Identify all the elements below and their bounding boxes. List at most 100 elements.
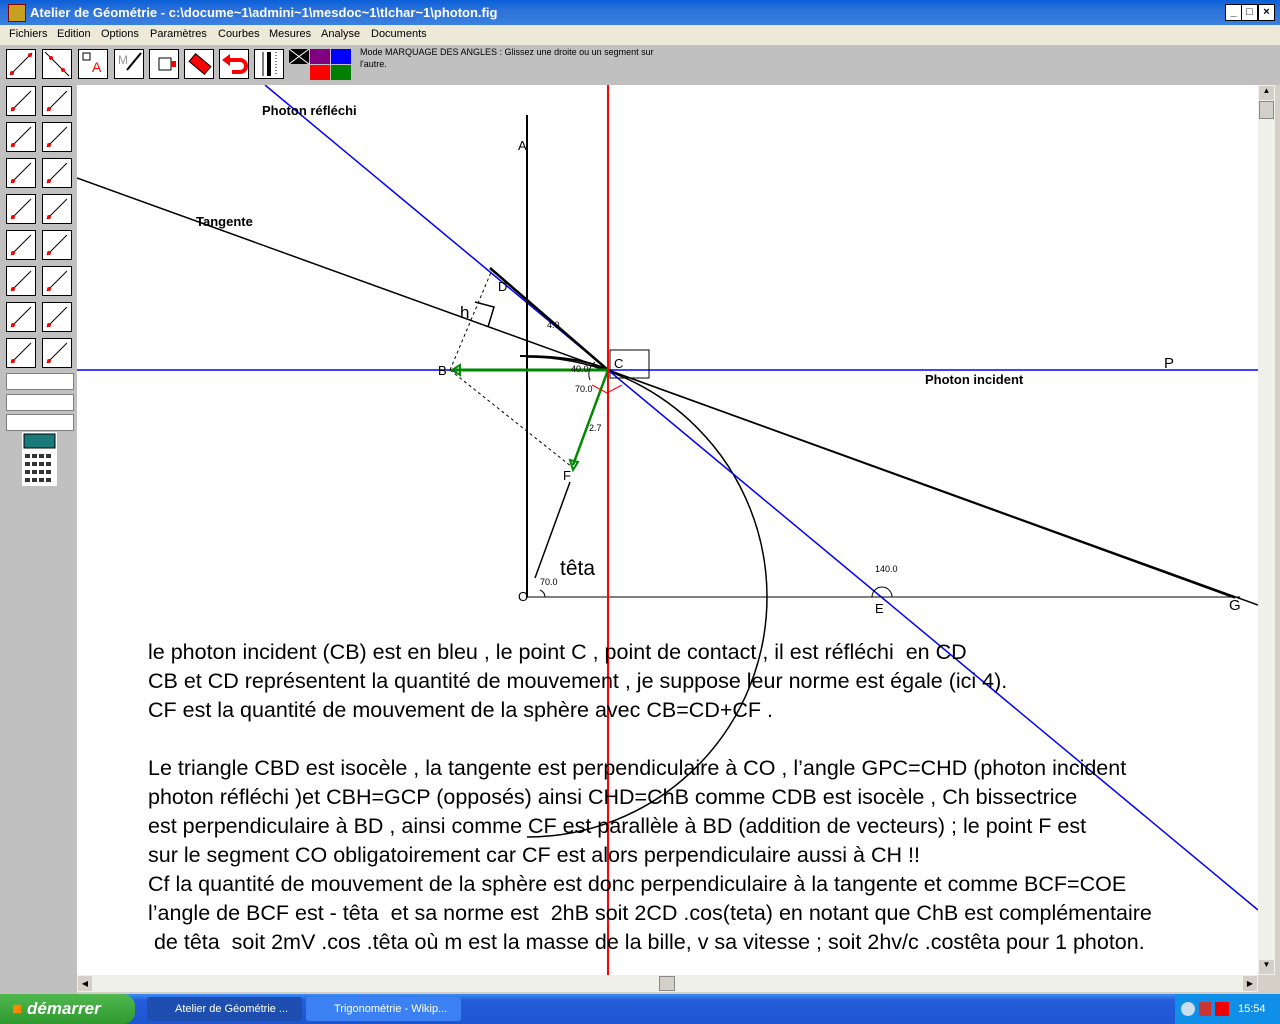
text-line: sur le segment CO obligatoirement car CF… — [148, 843, 920, 867]
tool-button-4-icon[interactable] — [42, 122, 72, 152]
color-green[interactable] — [331, 65, 351, 80]
color-purple[interactable] — [310, 49, 330, 64]
vertical-scrollbar[interactable]: ▲ ▼ — [1258, 85, 1275, 975]
segment-cd — [489, 267, 609, 371]
text-line: est perpendiculaire à BD , ainsi comme C… — [148, 814, 1087, 838]
tool-button-15-icon[interactable] — [6, 338, 36, 368]
label-tangente: Tangente — [196, 214, 253, 229]
tool-button-12-icon[interactable] — [42, 266, 72, 296]
minimize-button[interactable]: _ — [1225, 4, 1242, 21]
windows-logo-icon: ■ — [12, 999, 23, 1018]
point-c: C — [614, 356, 623, 371]
line-cg — [607, 369, 1236, 599]
maximize-button[interactable]: □ — [1241, 4, 1258, 21]
text-line: Le triangle CBD est isocèle , la tangent… — [148, 756, 1127, 780]
hscroll-thumb[interactable] — [659, 976, 675, 991]
menu-fichiers[interactable]: Fichiers — [9, 28, 48, 40]
label-tool-icon[interactable]: A — [78, 49, 108, 79]
task-firefox[interactable]: Trigonométrie - Wikip... — [306, 997, 461, 1021]
clock: 15:54 — [1238, 1003, 1266, 1015]
input-field-3[interactable] — [6, 414, 74, 431]
label-h: h — [460, 303, 469, 322]
line-tool-icon[interactable] — [42, 49, 72, 79]
color-gray[interactable] — [289, 65, 309, 80]
pencil-tool-icon[interactable]: M — [114, 49, 144, 79]
input-field-2[interactable] — [6, 394, 74, 411]
tool-button-5-icon[interactable] — [6, 158, 36, 188]
antivirus-icon[interactable] — [1215, 1002, 1229, 1016]
tool-button-14-icon[interactable] — [42, 302, 72, 332]
tool-button-13-icon[interactable] — [6, 302, 36, 332]
svg-text:M: M — [118, 53, 128, 67]
segment-tool-icon[interactable] — [6, 49, 36, 79]
task-atelier[interactable]: Atelier de Géométrie ... — [147, 997, 302, 1021]
undo-tool-icon[interactable] — [219, 49, 249, 79]
start-label: démarrer — [27, 999, 101, 1018]
menu-mesures[interactable]: Mesures — [269, 28, 311, 40]
point-g: G — [1229, 597, 1241, 614]
close-button[interactable]: × — [1258, 4, 1275, 21]
slider-tool-icon[interactable] — [254, 49, 284, 79]
horizontal-scrollbar[interactable]: ◀ ▶ — [77, 975, 1258, 992]
tool-button-1-icon[interactable] — [6, 86, 36, 116]
tool-button-3-icon[interactable] — [6, 122, 36, 152]
menu-parametres[interactable]: Paramètres — [150, 28, 207, 40]
tool-button-16-icon[interactable] — [42, 338, 72, 368]
menu-analyse[interactable]: Analyse — [321, 28, 360, 40]
scroll-thumb[interactable] — [1259, 101, 1274, 119]
measure-angle-70: 70.0 — [575, 384, 593, 394]
camera-tool-icon[interactable] — [149, 49, 179, 79]
start-button[interactable]: ■ démarrer — [0, 994, 135, 1024]
security-icon[interactable] — [1199, 1002, 1211, 1016]
scroll-right-icon[interactable]: ▶ — [1243, 976, 1257, 991]
explanation-text: le photon incident (CB) est en bleu , le… — [148, 638, 1152, 957]
label-photon-reflechi: Photon réfléchi — [262, 103, 357, 118]
label-photon-incident: Photon incident — [925, 372, 1024, 387]
tool-palette — [0, 85, 77, 995]
color-palette — [288, 48, 352, 81]
tool-button-2-icon[interactable] — [42, 86, 72, 116]
label-teta: têta — [560, 557, 595, 580]
menu-courbes[interactable]: Courbes — [218, 28, 260, 40]
menu-options[interactable]: Options — [101, 28, 139, 40]
drawing-canvas[interactable]: Photon réfléchi Tangente Photon incident… — [77, 85, 1258, 975]
tool-button-11-icon[interactable] — [6, 266, 36, 296]
text-line: CF est la quantité de mouvement de la sp… — [148, 698, 774, 722]
text-line — [148, 725, 1152, 754]
scroll-left-icon[interactable]: ◀ — [78, 976, 92, 991]
tray-expand-icon[interactable] — [1181, 1002, 1195, 1016]
tool-button-6-icon[interactable] — [42, 158, 72, 188]
scroll-down-icon[interactable]: ▼ — [1259, 960, 1274, 974]
tool-button-8-icon[interactable] — [42, 194, 72, 224]
dashed-bd — [449, 269, 493, 371]
text-line: Cf la quantité de mouvement de la sphère… — [148, 872, 1127, 896]
point-d: D — [498, 279, 507, 294]
window-title: Atelier de Géométrie - c:\docume~1\admin… — [30, 5, 498, 20]
measure-cd: 4.0 — [547, 320, 560, 330]
measure-angle-40: 40.0 — [571, 364, 589, 374]
menu-bar: Fichiers Edition Options Paramètres Cour… — [0, 25, 1280, 45]
point-p: P — [1164, 355, 1174, 372]
toolbar: A M Mode MARQUAGE DES ANGLES : Glissez u… — [0, 45, 1280, 85]
scroll-up-icon[interactable]: ▲ — [1259, 86, 1274, 100]
menu-edition[interactable]: Edition — [57, 28, 91, 40]
measure-angle-e: 140.0 — [875, 564, 898, 574]
dashed-bf — [449, 369, 573, 468]
calculator-icon[interactable] — [22, 432, 57, 486]
svg-text:A: A — [92, 59, 102, 75]
point-a: A — [518, 138, 527, 153]
app-icon — [8, 4, 26, 22]
point-b: B — [438, 363, 447, 378]
tool-button-7-icon[interactable] — [6, 194, 36, 224]
color-blue[interactable] — [331, 49, 351, 64]
point-e: E — [875, 601, 884, 616]
tool-button-9-icon[interactable] — [6, 230, 36, 260]
menu-documents[interactable]: Documents — [371, 28, 427, 40]
eraser-tool-icon[interactable] — [184, 49, 214, 79]
measure-cf: 2.7 — [589, 423, 602, 433]
input-field-1[interactable] — [6, 373, 74, 390]
tool-button-10-icon[interactable] — [42, 230, 72, 260]
color-black[interactable] — [288, 48, 310, 65]
point-o: O — [518, 589, 528, 604]
color-red[interactable] — [310, 65, 330, 80]
